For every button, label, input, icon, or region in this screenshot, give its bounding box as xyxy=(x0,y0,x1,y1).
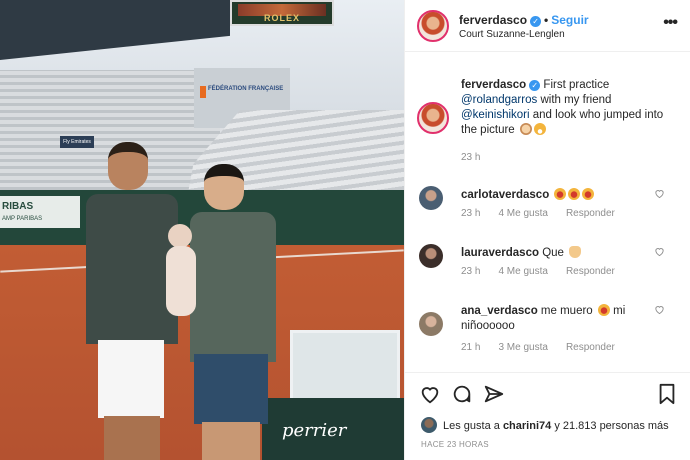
verified-icon: ✓ xyxy=(530,16,542,27)
baby-head xyxy=(168,224,192,248)
comment-icon[interactable] xyxy=(451,383,473,405)
person-right-legs xyxy=(202,422,260,460)
wall-sign-main: RIBAS xyxy=(2,201,34,212)
reply-button[interactable]: Responder xyxy=(566,342,615,353)
heart-eyes-emoji-icon xyxy=(568,188,581,200)
comment-text: carlotaverdasco xyxy=(461,188,657,203)
likes-summary[interactable]: Les gusta a charini74 y 21.813 personas … xyxy=(421,417,669,433)
wall-sign-small: AMP PARIBAS xyxy=(2,216,43,222)
comment-time: 21 h xyxy=(461,342,481,353)
person-right xyxy=(190,164,290,460)
verified-icon: ✓ xyxy=(529,80,541,91)
comment-item: ana_verdasco me muero mi niñoooooo 21 h 3… xyxy=(405,300,690,368)
comment-likes[interactable]: 3 Me gusta xyxy=(498,342,547,353)
comment-username[interactable]: carlotaverdasco xyxy=(461,189,549,201)
caption-text: ferverdasco ✓ First practice @rolandgarro… xyxy=(461,78,675,138)
reply-button[interactable]: Responder xyxy=(566,208,615,219)
comment-item: lauraverdasco Que 23 h 4 Me gusta Responde… xyxy=(405,242,690,302)
scoreboard: ROLEX xyxy=(230,0,334,26)
tower-sign: FÉDÉRATION FRANÇAISE xyxy=(199,86,284,98)
likes-suffix[interactable]: y 21.813 personas más xyxy=(554,420,668,432)
follow-button[interactable]: Seguir xyxy=(551,13,588,27)
baby-body xyxy=(166,246,196,316)
comment-meta: 21 h 3 Me gusta Responder xyxy=(461,342,633,353)
comment-time: 23 h xyxy=(461,208,481,219)
caption-avatar[interactable] xyxy=(417,102,449,134)
comment-likes[interactable]: 4 Me gusta xyxy=(498,208,547,219)
more-options-icon[interactable]: ••• xyxy=(663,14,678,32)
wall-sign: RIBAS AMP PARIBAS xyxy=(0,196,80,228)
caption-time: 23 h xyxy=(461,152,481,163)
post-photo[interactable]: ROLEX FÉDÉRATION FRANÇAISE RIBAS AMP PAR… xyxy=(0,0,404,460)
heart-eyes-emoji-icon xyxy=(582,188,595,200)
commenter-avatar[interactable] xyxy=(419,244,443,268)
comment-body: me muero xyxy=(540,305,593,317)
comment-text: ana_verdasco me muero mi niñoooooo xyxy=(461,304,657,334)
likes-prefix: Les gusta a xyxy=(443,420,500,432)
caption-text-1: First practice xyxy=(543,79,610,91)
comment-likes[interactable]: 4 Me gusta xyxy=(498,266,547,277)
like-icon[interactable] xyxy=(419,383,441,405)
person-left-shorts xyxy=(98,340,164,418)
scoreboard-brand: ROLEX xyxy=(263,13,300,23)
person-right-head xyxy=(204,164,244,210)
mention-rolandgarros[interactable]: @rolandgarros xyxy=(461,94,537,106)
comment-meta: 23 h 4 Me gusta Responder xyxy=(461,266,633,277)
author-avatar[interactable] xyxy=(417,10,449,42)
heart-eyes-emoji-icon xyxy=(597,304,610,316)
baby xyxy=(164,224,204,316)
baby-emoji-icon xyxy=(519,123,532,135)
commenter-avatar[interactable] xyxy=(419,186,443,210)
comment-body: Que xyxy=(542,247,564,259)
likes-user[interactable]: charini74 xyxy=(503,420,551,432)
comment-time: 23 h xyxy=(461,266,481,277)
post-time-ago: HACE 23 HORAS xyxy=(421,440,489,449)
separator-dot: • xyxy=(544,13,549,27)
like-comment-icon[interactable] xyxy=(654,304,665,318)
comment-text: lauraverdasco Que xyxy=(461,246,657,261)
grin-emoji-icon xyxy=(533,123,546,135)
share-icon[interactable] xyxy=(483,383,505,405)
comment-username[interactable]: ana_verdasco xyxy=(461,305,538,317)
bookmark-icon[interactable] xyxy=(657,383,679,405)
like-comment-icon[interactable] xyxy=(654,188,665,202)
comment-item: carlotaverdasco 23 h 4 Me gusta Responder xyxy=(405,184,690,244)
caption-text-2: with my friend xyxy=(540,94,612,106)
author-line: ferverdasco ✓ • Seguir xyxy=(459,13,589,27)
mention-keinishikori[interactable]: @keinishikori xyxy=(461,109,530,121)
person-left-head xyxy=(108,142,148,190)
like-comment-icon[interactable] xyxy=(654,246,665,260)
reply-button[interactable]: Responder xyxy=(566,266,615,277)
person-left-legs xyxy=(104,416,160,460)
bench-brand: perrier xyxy=(282,420,347,441)
comment-username[interactable]: lauraverdasco xyxy=(461,247,539,259)
commenter-avatar[interactable] xyxy=(419,312,443,336)
post-side-panel: ferverdasco ✓ • Seguir Court Suzanne-Lengle… xyxy=(404,0,690,460)
clap-emoji-icon xyxy=(569,246,582,258)
heart-eyes-emoji-icon xyxy=(554,188,567,200)
caption-username[interactable]: ferverdasco xyxy=(461,79,526,91)
location-link[interactable]: Court Suzanne-Lenglen xyxy=(459,29,565,40)
author-username[interactable]: ferverdasco xyxy=(459,13,527,27)
post-header: ferverdasco ✓ • Seguir Court Suzanne-Lengle… xyxy=(405,0,690,52)
comment-meta: 23 h 4 Me gusta Responder xyxy=(461,208,633,219)
person-right-shorts xyxy=(194,354,268,424)
liker-avatar xyxy=(421,417,437,433)
